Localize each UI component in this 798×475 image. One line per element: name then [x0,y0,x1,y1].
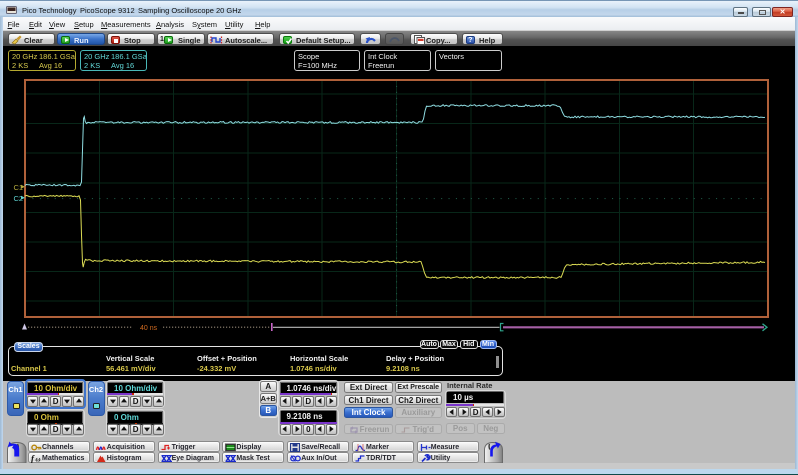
svg-text:f: f [31,454,35,463]
svg-text:ω: ω [36,455,41,463]
svg-text:40 ns: 40 ns [140,325,158,332]
